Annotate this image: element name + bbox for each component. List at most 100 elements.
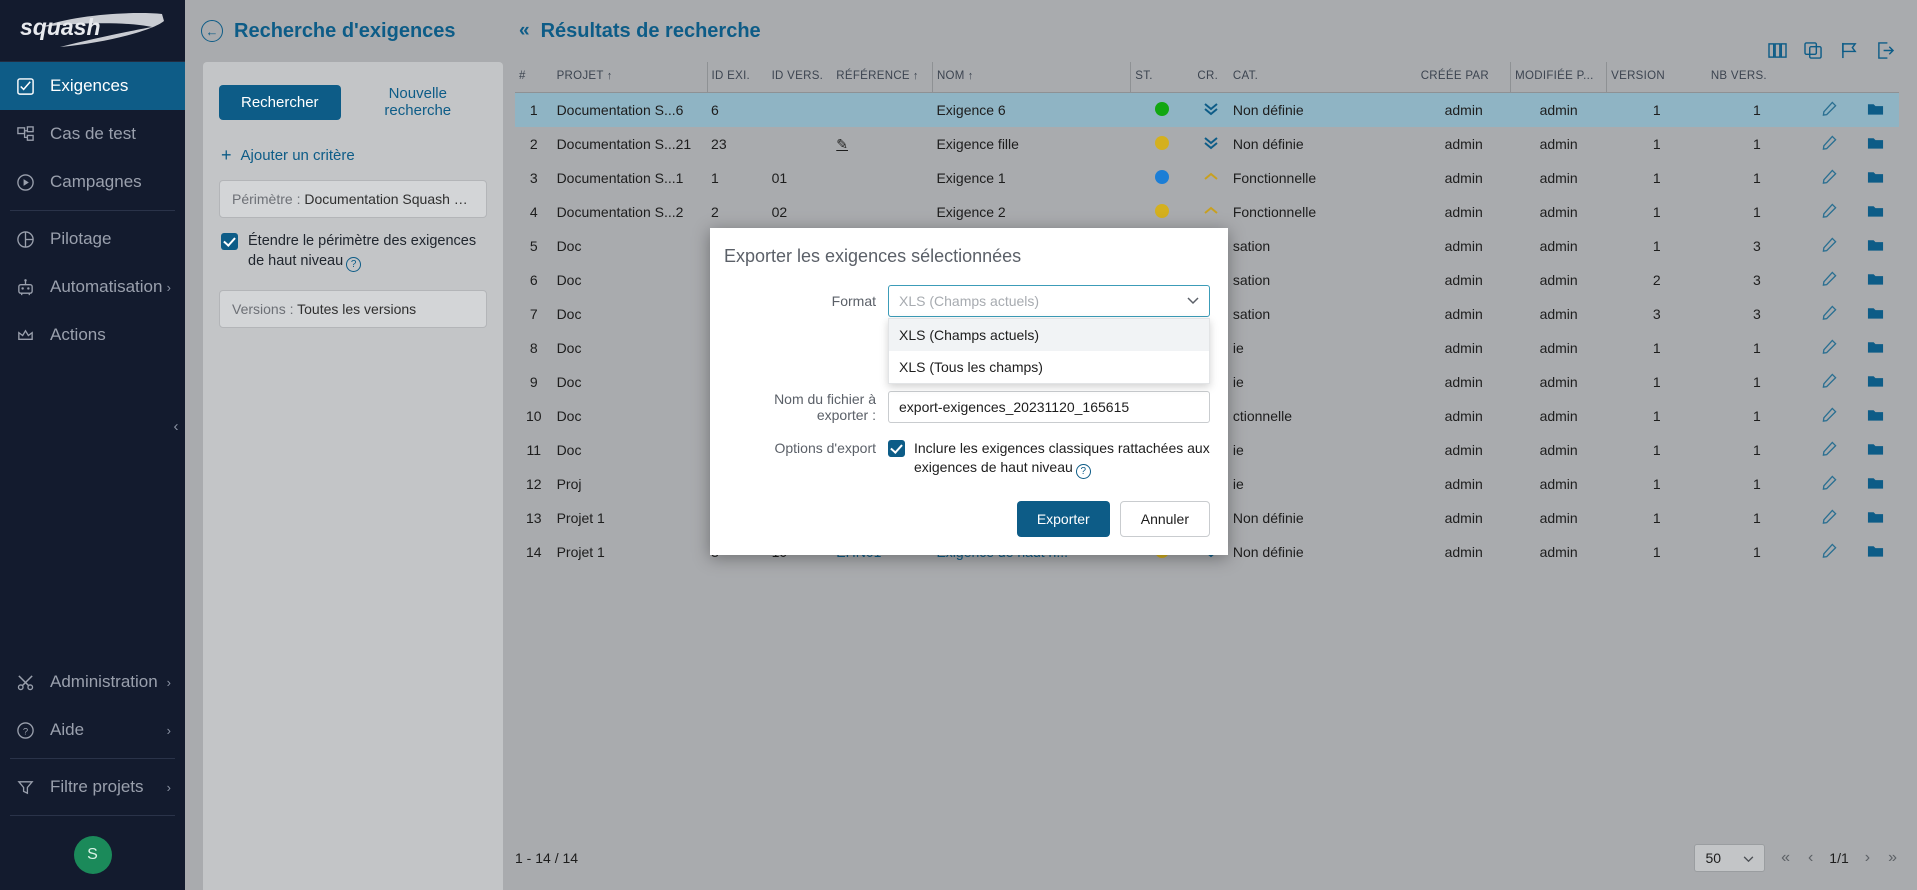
sidebar-item-automatisation[interactable]: Automatisation › xyxy=(0,263,185,311)
pencil-icon[interactable] xyxy=(1822,545,1837,561)
collapse-results-icon[interactable]: « xyxy=(519,20,530,42)
folder-icon[interactable] xyxy=(1867,443,1884,459)
export-button[interactable]: Exporter xyxy=(1017,501,1110,537)
sidebar-item-administration[interactable]: Administration › xyxy=(0,658,185,706)
perimeter-field[interactable]: Périmètre : Documentation Squash 1 (FR),… xyxy=(219,180,487,218)
pencil-icon[interactable] xyxy=(1822,273,1837,289)
versions-field[interactable]: Versions : Toutes les versions xyxy=(219,290,487,328)
sidebar-collapse-button[interactable]: ‹ xyxy=(166,411,186,441)
folder-icon[interactable] xyxy=(1867,273,1884,289)
row-folder-action[interactable] xyxy=(1853,229,1899,263)
row-edit-action[interactable] xyxy=(1807,93,1853,128)
row-edit-action[interactable] xyxy=(1807,331,1853,365)
col-header-cat[interactable]: CAT. xyxy=(1229,62,1417,93)
col-header-projet[interactable]: PROJET↑ xyxy=(553,62,707,93)
folder-icon[interactable] xyxy=(1867,205,1884,221)
dropdown-option-xls-champs-actuels[interactable]: XLS (Champs actuels) xyxy=(889,319,1209,351)
row-folder-action[interactable] xyxy=(1853,467,1899,501)
pencil-icon[interactable] xyxy=(1822,443,1837,459)
pencil-icon[interactable] xyxy=(1822,239,1837,255)
row-folder-action[interactable] xyxy=(1853,501,1899,535)
row-edit-action[interactable] xyxy=(1807,229,1853,263)
last-page-button[interactable]: » xyxy=(1886,849,1899,867)
columns-icon[interactable] xyxy=(1768,42,1787,59)
folder-icon[interactable] xyxy=(1867,239,1884,255)
folder-icon[interactable] xyxy=(1867,477,1884,493)
row-edit-action[interactable] xyxy=(1807,501,1853,535)
cancel-button[interactable]: Annuler xyxy=(1120,501,1210,537)
pencil-icon[interactable] xyxy=(1822,103,1837,119)
pencil-icon[interactable] xyxy=(1822,205,1837,221)
pencil-icon[interactable] xyxy=(1822,137,1837,153)
sidebar-item-cas-de-test[interactable]: Cas de test xyxy=(0,110,185,158)
row-edit-action[interactable] xyxy=(1807,467,1853,501)
col-header-st[interactable]: ST. xyxy=(1131,62,1194,93)
row-folder-action[interactable] xyxy=(1853,161,1899,195)
col-header-modifiee-par[interactable]: MODIFIÉE P... xyxy=(1511,62,1607,93)
new-search-button[interactable]: Nouvelle recherche xyxy=(349,76,487,128)
folder-icon[interactable] xyxy=(1867,307,1884,323)
col-header-reference[interactable]: RÉFÉRENCE↑ xyxy=(832,62,932,93)
row-folder-action[interactable] xyxy=(1853,263,1899,297)
sidebar-item-pilotage[interactable]: Pilotage xyxy=(0,215,185,263)
help-icon[interactable]: ? xyxy=(1076,464,1091,479)
table-row[interactable]: 4Documentation S...2202Exigence 2Fonctio… xyxy=(515,195,1899,229)
first-page-button[interactable]: « xyxy=(1779,849,1792,867)
row-folder-action[interactable] xyxy=(1853,93,1899,128)
pencil-icon[interactable] xyxy=(1822,171,1837,187)
avatar[interactable]: S xyxy=(74,836,112,874)
row-folder-action[interactable] xyxy=(1853,535,1899,569)
col-header-id-exi[interactable]: ID EXI. xyxy=(707,62,768,93)
row-edit-action[interactable] xyxy=(1807,263,1853,297)
row-edit-action[interactable] xyxy=(1807,535,1853,569)
sidebar-item-exigences[interactable]: Exigences xyxy=(0,62,185,110)
folder-icon[interactable] xyxy=(1867,545,1884,561)
row-edit-action[interactable] xyxy=(1807,297,1853,331)
export-icon[interactable] xyxy=(1876,42,1895,59)
pencil-icon[interactable] xyxy=(1822,341,1837,357)
folder-icon[interactable] xyxy=(1867,341,1884,357)
add-criterion-button[interactable]: + Ajouter un critère xyxy=(203,128,503,176)
col-header-cr[interactable]: CR. xyxy=(1193,62,1228,93)
folder-icon[interactable] xyxy=(1867,137,1884,153)
row-folder-action[interactable] xyxy=(1853,365,1899,399)
search-button[interactable]: Rechercher xyxy=(219,85,341,120)
copy-icon[interactable] xyxy=(1804,42,1823,59)
pencil-icon[interactable] xyxy=(1822,409,1837,425)
row-edit-action[interactable] xyxy=(1807,195,1853,229)
col-header-nom[interactable]: NOM↑ xyxy=(932,62,1130,93)
row-edit-action[interactable] xyxy=(1807,399,1853,433)
next-page-button[interactable]: › xyxy=(1863,849,1872,867)
reference-pencil-icon[interactable]: ✎ xyxy=(836,136,848,152)
sidebar-item-filtre-projets[interactable]: Filtre projets › xyxy=(0,763,185,811)
col-header-num[interactable]: # xyxy=(515,62,553,93)
row-folder-action[interactable] xyxy=(1853,433,1899,467)
row-folder-action[interactable] xyxy=(1853,195,1899,229)
folder-icon[interactable] xyxy=(1867,375,1884,391)
row-edit-action[interactable] xyxy=(1807,433,1853,467)
pencil-icon[interactable] xyxy=(1822,511,1837,527)
flag-icon[interactable] xyxy=(1840,42,1859,59)
table-row[interactable]: 3Documentation S...1101Exigence 1Fonctio… xyxy=(515,161,1899,195)
filename-input[interactable]: export-exigences_20231120_165615 xyxy=(888,391,1210,423)
table-row[interactable]: 2Documentation S...2123✎Exigence filleNo… xyxy=(515,127,1899,161)
sidebar-item-campagnes[interactable]: Campagnes xyxy=(0,158,185,206)
sidebar-item-actions[interactable]: Actions xyxy=(0,311,185,359)
folder-icon[interactable] xyxy=(1867,171,1884,187)
row-folder-action[interactable] xyxy=(1853,331,1899,365)
col-header-creee-par[interactable]: CRÉÉE PAR xyxy=(1417,62,1511,93)
pencil-icon[interactable] xyxy=(1822,307,1837,323)
include-classic-requirements-checkbox[interactable] xyxy=(888,440,905,457)
row-edit-action[interactable] xyxy=(1807,127,1853,161)
format-select[interactable]: XLS (Champs actuels) xyxy=(888,285,1210,317)
sidebar-item-aide[interactable]: ? Aide › xyxy=(0,706,185,754)
extend-perimeter-checkbox[interactable] xyxy=(221,233,238,250)
app-logo[interactable]: squash xyxy=(0,0,185,62)
folder-icon[interactable] xyxy=(1867,409,1884,425)
page-size-select[interactable]: 50 xyxy=(1694,844,1765,872)
table-row[interactable]: 1Documentation S...66Exigence 6Non défin… xyxy=(515,93,1899,128)
folder-icon[interactable] xyxy=(1867,103,1884,119)
col-header-id-vers[interactable]: ID VERS. xyxy=(768,62,833,93)
pencil-icon[interactable] xyxy=(1822,375,1837,391)
row-folder-action[interactable] xyxy=(1853,127,1899,161)
